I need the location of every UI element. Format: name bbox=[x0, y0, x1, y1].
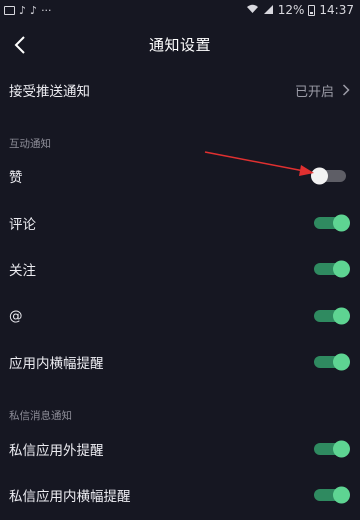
toggle-dm-outside[interactable] bbox=[314, 440, 350, 458]
setting-row-follow: 关注 bbox=[0, 246, 360, 292]
section-dm-header: 私信消息通知 bbox=[9, 410, 72, 422]
setting-row-dm-in-app-banner: 私信应用内横幅提醒 bbox=[0, 472, 360, 518]
image-icon bbox=[4, 5, 15, 15]
setting-row-in-app-banner: 应用内横幅提醒 bbox=[0, 339, 360, 385]
push-notification-row[interactable]: 接受推送通知 已开启 bbox=[0, 67, 360, 113]
header: 通知设置 bbox=[0, 24, 360, 66]
toggle-dm-in-app-banner[interactable] bbox=[314, 486, 350, 504]
wifi-icon bbox=[246, 4, 259, 16]
setting-label-dm-in-app-banner: 私信应用内横幅提醒 bbox=[9, 489, 131, 505]
status-bar-right: 12% 14:37 bbox=[246, 3, 360, 17]
setting-label-mention: @ bbox=[9, 308, 23, 324]
toggle-knob bbox=[333, 486, 350, 504]
toggle-like[interactable] bbox=[311, 167, 346, 185]
toggle-knob bbox=[333, 307, 350, 325]
battery-percent: 12% bbox=[277, 3, 305, 17]
tiktok-icon: ♪ bbox=[19, 3, 27, 17]
battery-icon bbox=[308, 4, 316, 16]
more-dots-icon: ··· bbox=[41, 3, 52, 17]
toggle-knob bbox=[333, 440, 350, 458]
toggle-knob bbox=[333, 214, 350, 232]
setting-label-comment: 评论 bbox=[9, 217, 36, 233]
status-bar: ♪ ♪ ··· 12% 14:37 bbox=[0, 0, 360, 20]
toggle-comment[interactable] bbox=[314, 214, 350, 232]
push-notification-right: 已开启 bbox=[295, 81, 350, 100]
setting-row-mention: @ bbox=[0, 293, 360, 339]
toggle-in-app-banner[interactable] bbox=[314, 353, 350, 371]
setting-label-in-app-banner: 应用内横幅提醒 bbox=[9, 356, 104, 372]
setting-label-like: 赞 bbox=[9, 170, 23, 186]
setting-label-dm-outside: 私信应用外提醒 bbox=[9, 443, 104, 459]
toggle-follow[interactable] bbox=[314, 260, 350, 278]
push-notification-label: 接受推送通知 bbox=[9, 84, 90, 100]
signal-icon bbox=[263, 4, 274, 16]
section-interaction-header: 互动通知 bbox=[9, 138, 51, 150]
toggle-mention[interactable] bbox=[314, 307, 350, 325]
setting-row-comment: 评论 bbox=[0, 200, 360, 246]
toggle-knob bbox=[311, 167, 328, 185]
push-notification-status: 已开启 bbox=[294, 84, 334, 100]
status-time: 14:37 bbox=[319, 3, 354, 17]
status-bar-left: ♪ ♪ ··· bbox=[0, 5, 52, 16]
setting-row-dm-outside: 私信应用外提醒 bbox=[0, 426, 360, 472]
setting-label-follow: 关注 bbox=[9, 263, 36, 279]
tiktok-icon: ♪ bbox=[30, 3, 38, 17]
chevron-right-icon bbox=[342, 84, 350, 96]
setting-row-like: 赞 bbox=[0, 153, 360, 199]
page-title: 通知设置 bbox=[148, 36, 211, 54]
toggle-knob bbox=[333, 260, 350, 278]
toggle-knob bbox=[333, 353, 350, 371]
